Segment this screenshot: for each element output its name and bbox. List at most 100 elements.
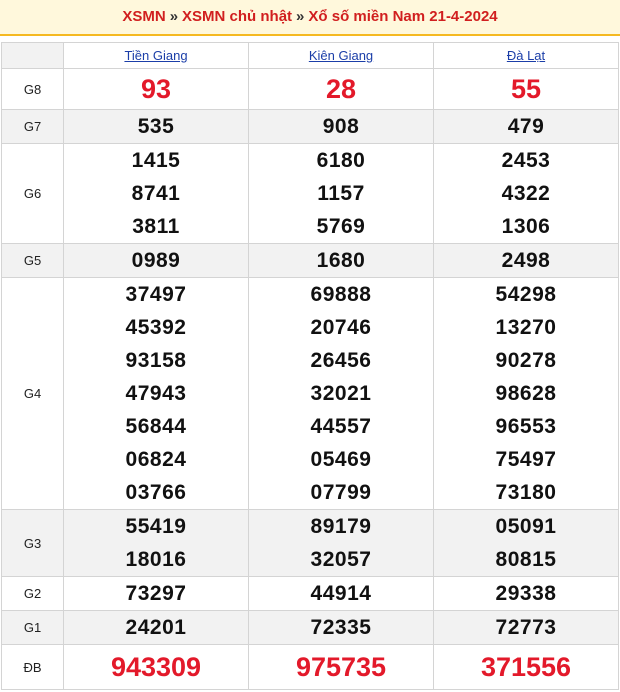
prize-number: 6180 xyxy=(316,149,366,172)
table-row: G4 37497 45392 93158 47943 56844 06824 03766 698… xyxy=(1,277,619,510)
table-row: G2 73297 44914 29338 xyxy=(1,576,619,611)
prize-cell: 55 xyxy=(433,68,619,110)
province-header-da-lat[interactable]: Đà Lạt xyxy=(433,42,619,69)
prize-cell: 6180 1157 5769 xyxy=(248,143,434,244)
prize-cell: 28 xyxy=(248,68,434,110)
prize-cell: 29338 xyxy=(433,576,619,611)
prize-number: 943309 xyxy=(110,652,202,682)
prize-number: 06824 xyxy=(125,448,187,471)
prize-number: 24201 xyxy=(125,616,187,639)
prize-number: 56844 xyxy=(125,415,187,438)
prize-label: G3 xyxy=(1,509,64,577)
prize-cell: 72773 xyxy=(433,610,619,645)
prize-number: 37497 xyxy=(125,283,187,306)
prize-number: 72335 xyxy=(310,616,372,639)
prize-number: 96553 xyxy=(495,415,557,438)
breadcrumb: XSMN» XSMN chủ nhật» Xổ số miền Nam 21-4-2… xyxy=(0,0,620,36)
prize-number: 55419 xyxy=(125,515,187,538)
prize-number: 73180 xyxy=(495,481,557,504)
prize-number: 05469 xyxy=(310,448,372,471)
prize-number: 07799 xyxy=(310,481,372,504)
prize-cell: 0989 xyxy=(63,243,249,278)
prize-cell: 54298 13270 90278 98628 96553 75497 73180 xyxy=(433,277,619,510)
prize-number: 1157 xyxy=(317,182,365,205)
prize-number: 29338 xyxy=(495,582,557,605)
prize-number: 1415 xyxy=(131,149,181,172)
prize-number: 2453 xyxy=(501,149,551,172)
prize-number: 479 xyxy=(507,115,545,138)
table-row: G5 0989 1680 2498 xyxy=(1,243,619,278)
prize-number: 75497 xyxy=(495,448,557,471)
breadcrumb-link-xsmn-sunday[interactable]: XSMN chủ nhật xyxy=(182,8,292,25)
prize-cell: 24201 xyxy=(63,610,249,645)
breadcrumb-separator: » xyxy=(296,8,305,25)
prize-number: 0989 xyxy=(131,249,181,272)
results-table: Tiền Giang Kiên Giang Đà Lạt G8 93 28 55 G7 5… xyxy=(1,42,619,690)
prize-number: 54298 xyxy=(495,283,557,306)
table-row: G3 55419 18016 89179 32057 05091 80815 xyxy=(1,509,619,577)
prize-label: G5 xyxy=(1,243,64,278)
prize-label: G6 xyxy=(1,143,64,244)
table-row: G8 93 28 55 xyxy=(1,68,619,110)
prize-number: 90278 xyxy=(495,349,557,372)
prize-number: 73297 xyxy=(125,582,187,605)
prize-number: 72773 xyxy=(495,616,557,639)
prize-number: 89179 xyxy=(310,515,372,538)
prize-number: 975735 xyxy=(295,652,387,682)
province-link[interactable]: Đà Lạt xyxy=(507,48,545,63)
prize-number: 5769 xyxy=(316,215,366,238)
prize-number: 93158 xyxy=(125,349,187,372)
province-link[interactable]: Kiên Giang xyxy=(309,48,373,63)
prize-number: 4322 xyxy=(501,182,551,205)
prize-number: 44914 xyxy=(310,582,372,605)
corner-cell xyxy=(1,42,64,69)
prize-number: 05091 xyxy=(495,515,557,538)
prize-number: 32021 xyxy=(310,382,372,405)
prize-cell: 975735 xyxy=(248,644,434,690)
prize-cell: 371556 xyxy=(433,644,619,690)
prize-cell: 69888 20746 26456 32021 44557 05469 07799 xyxy=(248,277,434,510)
breadcrumb-separator: » xyxy=(169,8,179,25)
prize-number: 47943 xyxy=(125,382,187,405)
table-row: G7 535 908 479 xyxy=(1,109,619,144)
breadcrumb-link-xsmn[interactable]: XSMN xyxy=(122,8,165,25)
prize-number: 80815 xyxy=(495,548,557,571)
prize-number: 98628 xyxy=(495,382,557,405)
prize-cell: 1680 xyxy=(248,243,434,278)
prize-number: 8741 xyxy=(131,182,181,205)
prize-number: 44557 xyxy=(310,415,372,438)
prize-number: 1680 xyxy=(316,249,366,272)
prize-cell: 44914 xyxy=(248,576,434,611)
prize-cell: 37497 45392 93158 47943 56844 06824 03766 xyxy=(63,277,249,510)
prize-number: 03766 xyxy=(125,481,187,504)
table-row: G6 1415 8741 3811 6180 1157 5769 2453 4322 1306 xyxy=(1,143,619,244)
prize-cell: 1415 8741 3811 xyxy=(63,143,249,244)
prize-cell: 2453 4322 1306 xyxy=(433,143,619,244)
prize-label: ĐB xyxy=(1,644,64,690)
prize-cell: 55419 18016 xyxy=(63,509,249,577)
prize-cell: 943309 xyxy=(63,644,249,690)
prize-number: 26456 xyxy=(310,349,372,372)
prize-number: 32057 xyxy=(310,548,372,571)
prize-cell: 908 xyxy=(248,109,434,144)
prize-cell: 2498 xyxy=(433,243,619,278)
province-header-tien-giang[interactable]: Tiền Giang xyxy=(63,42,249,69)
prize-label: G8 xyxy=(1,68,64,110)
prize-label: G2 xyxy=(1,576,64,611)
prize-number: 535 xyxy=(137,115,175,138)
province-link[interactable]: Tiền Giang xyxy=(124,48,187,63)
prize-number: 18016 xyxy=(125,548,187,571)
prize-label: G7 xyxy=(1,109,64,144)
prize-number: 3811 xyxy=(132,215,180,238)
prize-number: 2498 xyxy=(501,249,551,272)
prize-cell: 89179 32057 xyxy=(248,509,434,577)
prize-cell: 535 xyxy=(63,109,249,144)
prize-number: 20746 xyxy=(310,316,372,339)
prize-label: G1 xyxy=(1,610,64,645)
breadcrumb-link-current-draw[interactable]: Xổ số miền Nam 21-4-2024 xyxy=(308,8,497,25)
prize-number: 55 xyxy=(510,74,542,104)
province-header-kien-giang[interactable]: Kiên Giang xyxy=(248,42,434,69)
prize-number: 1306 xyxy=(501,215,551,238)
prize-cell: 73297 xyxy=(63,576,249,611)
prize-cell: 479 xyxy=(433,109,619,144)
